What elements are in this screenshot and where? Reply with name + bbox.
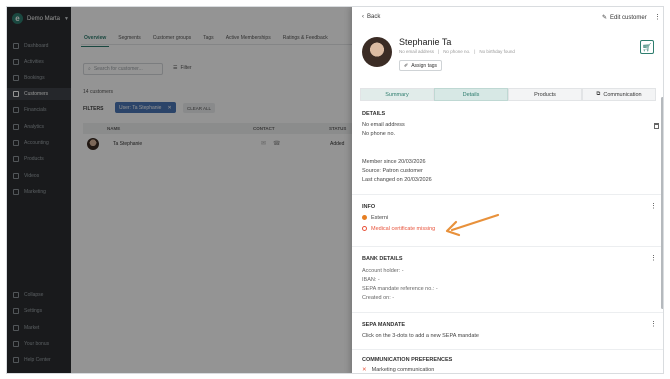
modal-backdrop[interactable] [7,7,352,373]
details-phone: No phone no. [362,131,396,137]
info-warning: Medical certificate missing [362,226,435,232]
avatar [362,37,392,67]
info-status-label: Esterni [371,215,389,221]
meta-separator: | [438,49,440,54]
sepa-mandate-section: SEPA MANDATE ⋮ Click on the 3-dots to ad… [352,312,663,344]
bank-details-section: BANK DETAILS ⋮ Account holder: - IBAN: -… [352,246,663,306]
comm-title: COMMUNICATION PREFERENCES [362,357,453,363]
warning-icon [362,226,367,232]
trash-icon[interactable] [654,123,659,129]
bank-created-on: Created on: - [362,295,395,301]
tab-communication[interactable]: ⧉ Communication [582,88,656,101]
more-options-icon[interactable]: ⋮ [654,13,661,21]
bank-title: BANK DETAILS [362,256,403,262]
tab-communication-label: Communication [603,91,642,98]
close-icon: ✕ [362,367,367,373]
assign-tags-button[interactable]: ✐ Assign tags [399,60,443,71]
more-options-icon[interactable]: ⋮ [650,254,657,262]
info-warning-label: Medical certificate missing [371,226,436,232]
bank-account-holder: Account holder: - [362,268,404,274]
tab-products[interactable]: Products [508,88,582,101]
info-title: INFO [362,204,376,210]
cart-icon[interactable]: 🛒︎ [640,40,654,54]
customer-meta: No email address | No phone no. | No bir… [399,49,515,54]
details-last-changed: Last changed on 20/03/2026 [362,177,432,183]
back-label: Back [367,14,381,20]
scrollbar[interactable] [661,97,663,309]
customer-detail-panel: ‹ Back ✎ Edit customer ⋮ Stephanie Ta No… [352,7,663,373]
details-source: Source: Patron customer [362,168,423,174]
back-button[interactable]: ‹ Back [362,14,380,20]
comm-item-label: Marketing communication [371,367,435,373]
tab-summary[interactable]: Summary [360,88,434,101]
external-link-icon: ⧉ [596,91,601,97]
details-email: No email address [362,122,405,128]
assign-tags-label: Assign tags [411,62,438,69]
communication-preferences-section: COMMUNICATION PREFERENCES ✕ Marketing com… [352,349,663,373]
meta-email: No email address [399,49,435,54]
sepa-text: Click on the 3-dots to add a new SEPA ma… [362,333,479,339]
tab-details[interactable]: Details [434,88,508,101]
tag-icon: ✐ [404,62,409,69]
customer-name: Stephanie Ta [399,37,452,47]
app-window: e Demo Marta ▼ Dashboard Activities Book… [6,6,664,374]
meta-phone: No phone no. [443,49,471,54]
meta-separator: | [474,49,476,54]
chevron-left-icon: ‹ [362,14,364,20]
sepa-title: SEPA MANDATE [362,322,405,328]
more-options-icon[interactable]: ⋮ [650,320,657,328]
pencil-icon: ✎ [602,15,608,21]
annotation-arrow-icon [445,213,500,237]
edit-customer-label: Edit customer [610,14,647,21]
details-member-since: Member since 20/03/2026 [362,159,426,165]
meta-birthday: No birthday found [479,49,515,54]
comm-item: ✕ Marketing communication [362,367,434,373]
more-options-icon[interactable]: ⋮ [650,202,657,210]
details-title: DETAILS [362,111,386,117]
info-status: Esterni [362,215,388,221]
detail-tabs: Summary Details Products ⧉ Communication [360,88,656,101]
bank-iban: IBAN: - [362,277,380,283]
status-dot [362,215,367,221]
edit-customer-button[interactable]: ✎ Edit customer [602,14,647,22]
info-section: INFO ⋮ Esterni Medical certificate missi… [352,194,663,240]
details-section: DETAILS No email address No phone no. Me… [352,105,663,193]
bank-sepa-ref: SEPA mandate reference no.: - [362,286,438,292]
